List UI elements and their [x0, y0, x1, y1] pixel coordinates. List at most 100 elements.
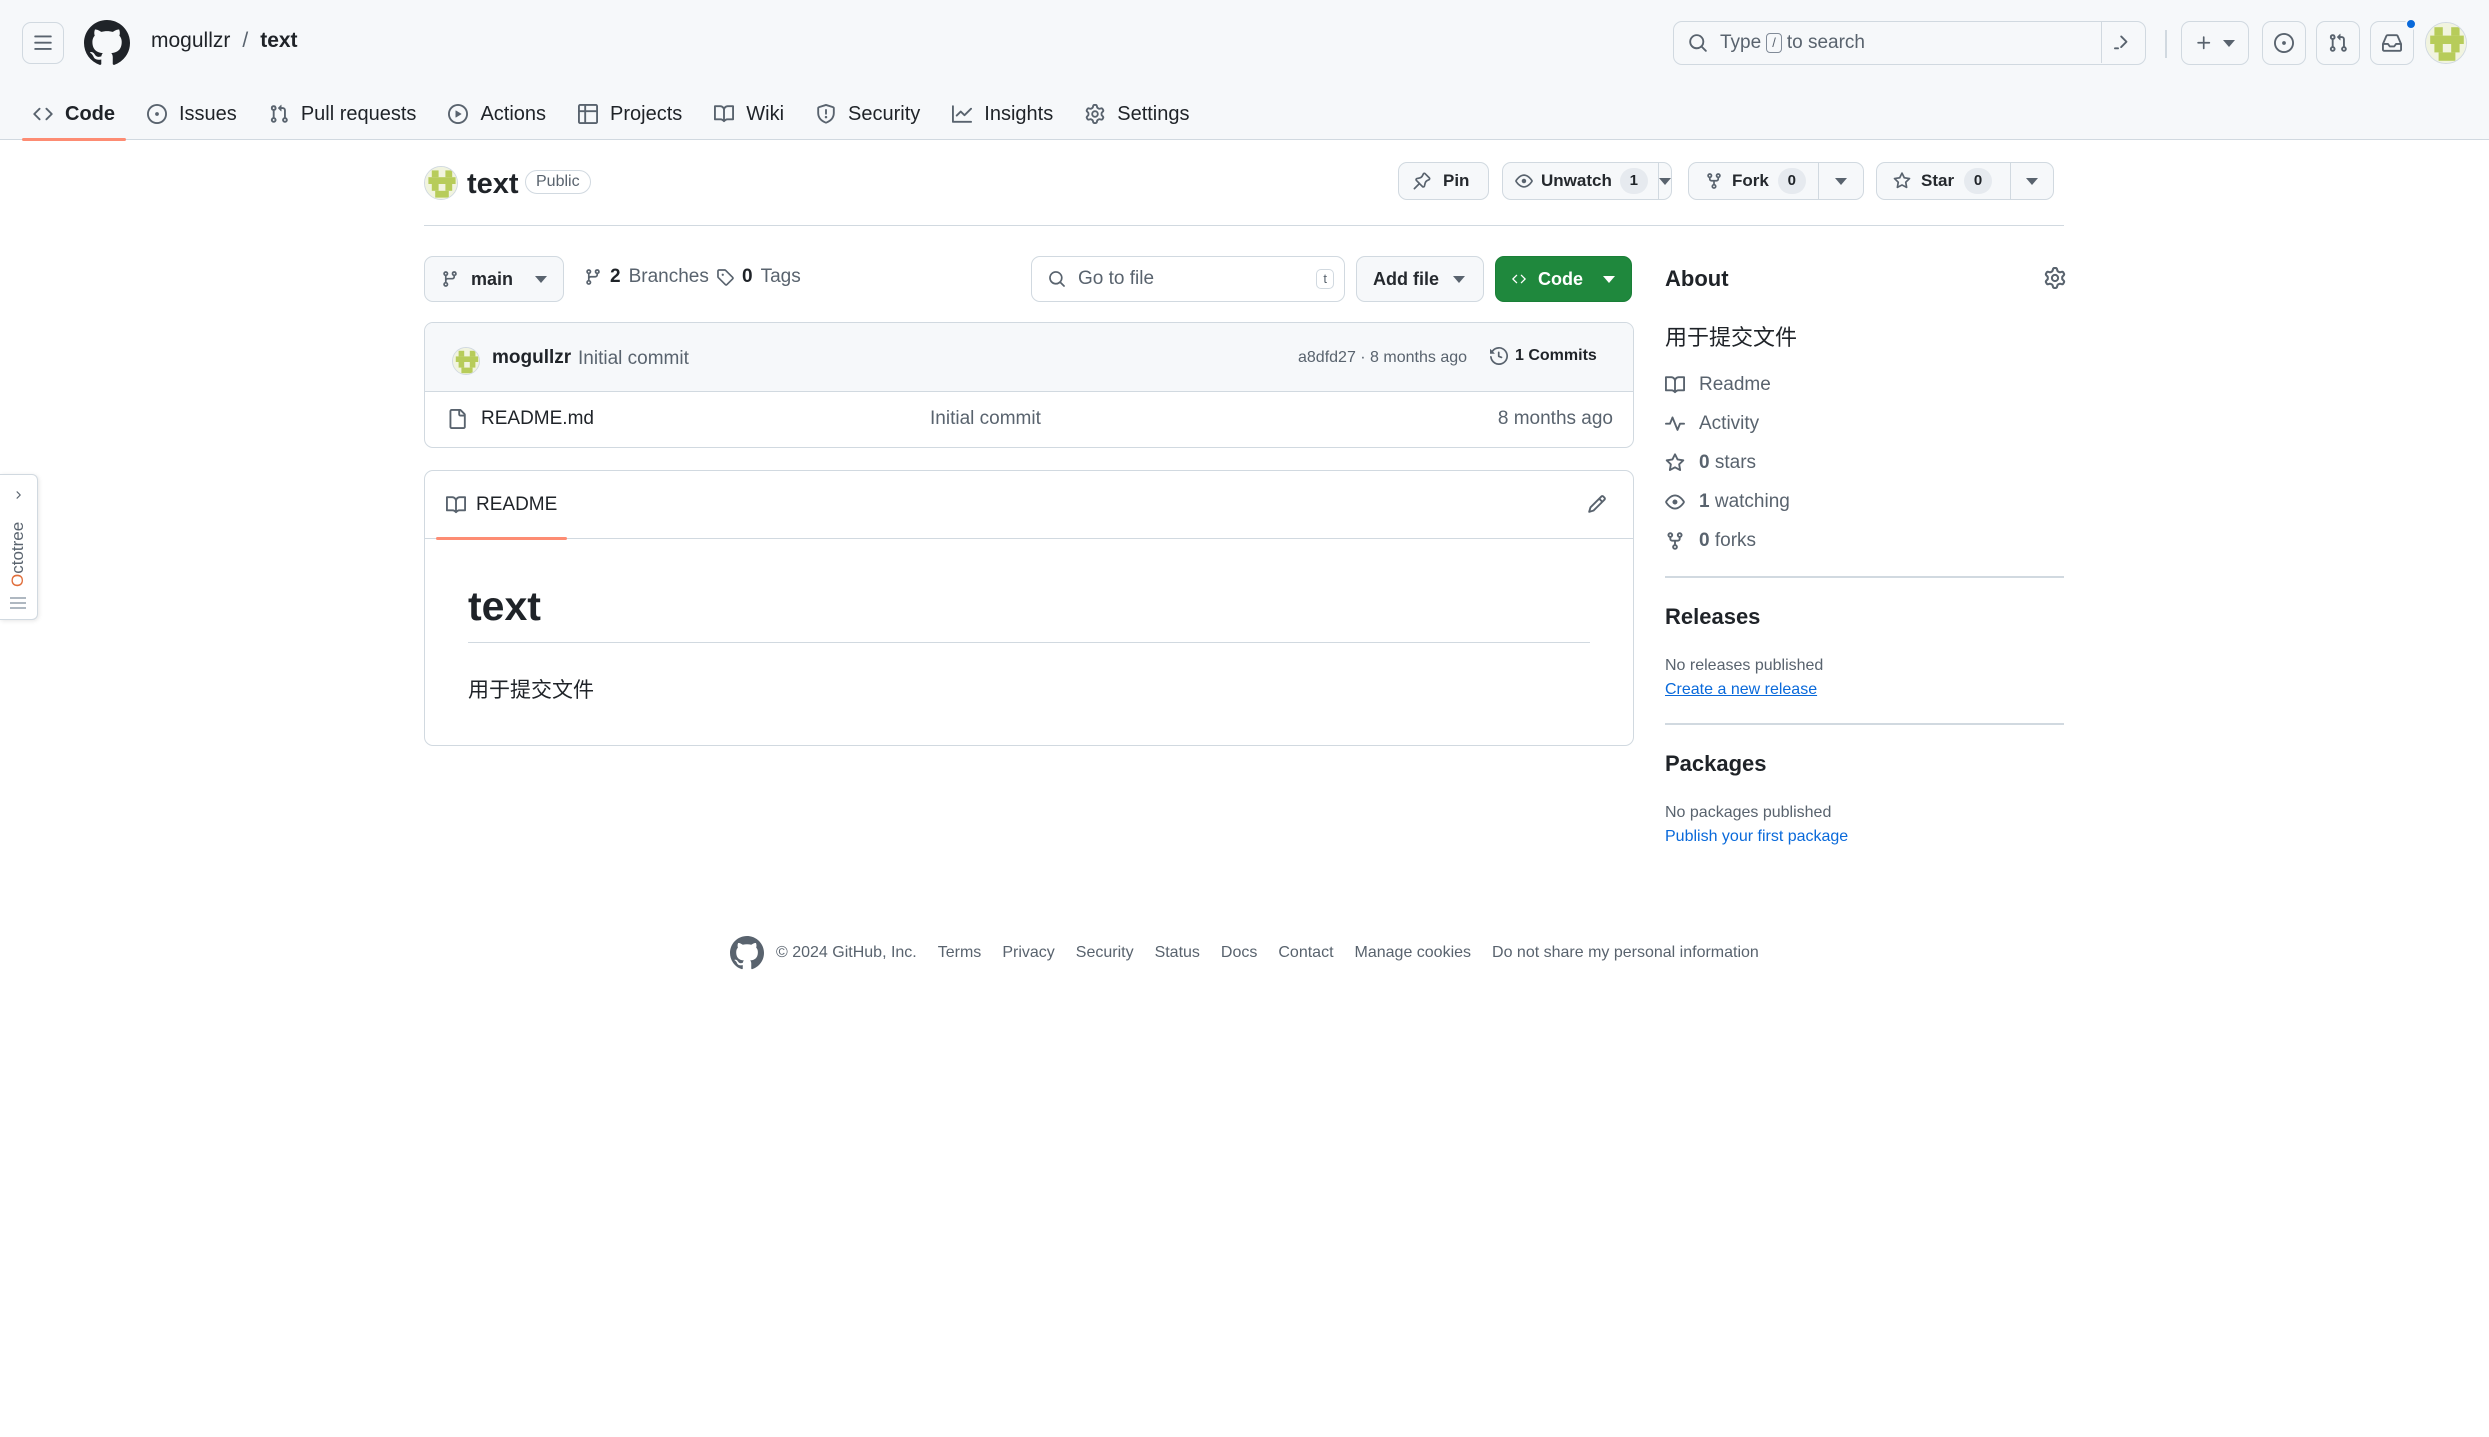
create-release-link[interactable]: Create a new release — [1665, 681, 1817, 699]
branch-name: main — [470, 268, 513, 289]
footer-link-security[interactable]: Security — [1076, 944, 1134, 962]
tags-link[interactable]: 0 Tags — [716, 266, 801, 288]
file-commit-message[interactable]: Initial commit — [930, 408, 1041, 430]
tab-pull-requests[interactable]: Pull requests — [258, 88, 428, 140]
tab-issues-label: Issues — [179, 102, 237, 125]
book-icon — [714, 105, 735, 123]
star-button[interactable]: Star 0 — [1877, 163, 2011, 199]
github-logo-icon[interactable] — [84, 20, 130, 66]
footer-link-terms[interactable]: Terms — [938, 944, 982, 962]
pull-requests-button[interactable] — [2316, 21, 2360, 65]
fork-dropdown[interactable] — [1819, 177, 1863, 185]
footer-link-manage-cookies[interactable]: Manage cookies — [1355, 944, 1472, 962]
chevron-down-icon — [1603, 275, 1615, 283]
add-file-button[interactable]: Add file — [1356, 256, 1484, 302]
search-icon — [1689, 34, 1707, 52]
releases-title[interactable]: Releases — [1665, 604, 1760, 630]
user-avatar[interactable] — [2425, 22, 2467, 64]
commit-hash-and-age[interactable]: a8dfd27 · 8 months ago — [1298, 349, 1467, 367]
packages-empty-text: No packages published — [1665, 804, 1832, 821]
tab-code[interactable]: Code — [22, 88, 126, 141]
tab-readme[interactable]: README — [436, 471, 568, 540]
tab-security[interactable]: Security — [805, 88, 931, 140]
fork-button[interactable]: Fork 0 — [1689, 163, 1819, 199]
commit-author-avatar[interactable] — [452, 347, 480, 375]
table-icon — [578, 104, 599, 124]
about-description: 用于提交文件 — [1665, 325, 1798, 350]
footer-link-do-not-share[interactable]: Do not share my personal information — [1492, 944, 1759, 962]
hamburger-icon — [34, 35, 52, 50]
file-name[interactable]: README.md — [481, 408, 594, 430]
repo-name[interactable]: text — [467, 168, 519, 201]
tab-actions[interactable]: Actions — [437, 88, 557, 140]
code-icon — [1512, 274, 1526, 284]
go-to-file-input[interactable]: Go to file t — [1031, 256, 1345, 302]
inbox-icon — [2382, 34, 2402, 52]
tag-icon — [717, 269, 734, 286]
drag-handle-icon[interactable] — [10, 597, 26, 609]
packages-title[interactable]: Packages — [1665, 751, 1767, 777]
tab-projects[interactable]: Projects — [567, 88, 693, 140]
about-watching-link[interactable]: 1 watching — [1665, 491, 1790, 513]
watch-dropdown[interactable] — [1658, 177, 1671, 185]
search-input[interactable]: Type / to search — [1673, 21, 2146, 65]
tab-insights-label: Insights — [984, 102, 1054, 125]
unwatch-button[interactable]: Unwatch 1 — [1503, 163, 1659, 199]
issue-opened-icon — [147, 104, 167, 124]
edit-readme-button[interactable] — [1587, 494, 1607, 514]
about-settings-button[interactable] — [2044, 267, 2066, 289]
breadcrumb-repo[interactable]: text — [260, 29, 297, 53]
eye-icon — [1515, 174, 1533, 188]
repo-title-row: text Public Pin Unwatch 1 Fork 0 Star 0 — [424, 162, 2064, 226]
repo-nav: Code Issues Pull requests Actions Projec… — [22, 88, 1211, 141]
footer-link-docs[interactable]: Docs — [1221, 944, 1257, 962]
branches-link[interactable]: 2 Branches — [584, 266, 709, 288]
publish-package-link[interactable]: Publish your first package — [1665, 828, 1848, 846]
pin-button[interactable]: Pin — [1398, 162, 1489, 200]
footer: © 2024 GitHub, Inc. Terms Privacy Securi… — [730, 936, 1759, 970]
graph-icon — [952, 105, 973, 123]
shield-icon — [817, 104, 835, 124]
footer-link-status[interactable]: Status — [1155, 944, 1200, 962]
chevron-down-icon — [1453, 275, 1465, 283]
create-new-button[interactable] — [2181, 21, 2249, 65]
star-dropdown[interactable] — [2011, 177, 2053, 185]
tab-issues[interactable]: Issues — [136, 88, 248, 140]
file-icon — [449, 409, 466, 429]
pencil-icon — [1588, 495, 1606, 513]
visibility-badge: Public — [525, 170, 591, 194]
gear-icon — [1085, 104, 1105, 124]
footer-link-privacy[interactable]: Privacy — [1002, 944, 1054, 962]
unwatch-label: Unwatch — [1541, 171, 1612, 190]
tab-settings[interactable]: Settings — [1074, 88, 1200, 140]
footer-link-contact[interactable]: Contact — [1278, 944, 1333, 962]
branch-select-button[interactable]: main — [424, 256, 564, 302]
breadcrumb-owner[interactable]: mogullzr — [151, 29, 230, 53]
tab-wiki[interactable]: Wiki — [703, 88, 795, 140]
about-activity-link[interactable]: Activity — [1665, 413, 1759, 435]
code-button[interactable]: Code — [1495, 256, 1632, 302]
tab-insights[interactable]: Insights — [941, 88, 1064, 140]
repo-forked-icon — [1707, 173, 1721, 189]
about-readme-link[interactable]: Readme — [1665, 374, 1771, 396]
readme-header: README — [425, 471, 1633, 540]
breadcrumb-separator: / — [242, 29, 249, 52]
commit-message[interactable]: Initial commit — [578, 348, 689, 370]
about-forks-link[interactable]: 0 forks — [1665, 530, 1756, 552]
github-logo-icon[interactable] — [730, 936, 764, 970]
command-palette-button[interactable] — [2101, 22, 2145, 63]
about-stars-link[interactable]: 0 stars — [1665, 452, 1756, 474]
octotree-toggle[interactable]: Octotree — [0, 474, 38, 620]
code-button-label: Code — [1538, 268, 1583, 289]
table-row[interactable]: README.md Initial commit 8 months ago — [425, 392, 1633, 447]
issues-button[interactable] — [2262, 21, 2306, 65]
commit-author[interactable]: mogullzr — [492, 347, 571, 369]
watching-label: watching — [1714, 491, 1790, 512]
menu-button[interactable] — [22, 22, 64, 64]
chevron-down-icon — [535, 275, 547, 283]
search-suffix: to search — [1786, 32, 1865, 53]
eye-icon — [1665, 494, 1685, 510]
commits-history-link[interactable]: 1 Commits — [1490, 347, 1597, 365]
releases-empty-text: No releases published — [1665, 657, 1824, 674]
sidebar-divider — [1665, 723, 2064, 725]
